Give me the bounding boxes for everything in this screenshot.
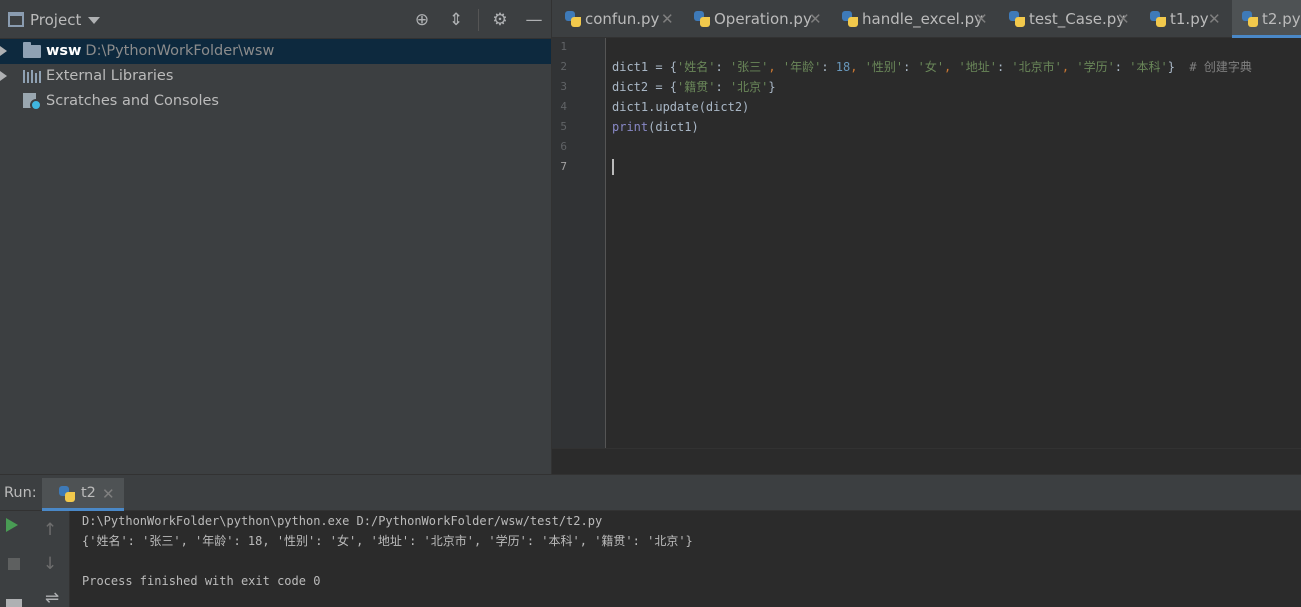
python-file-icon bbox=[565, 11, 581, 27]
python-file-icon bbox=[1242, 11, 1258, 27]
stop-icon[interactable] bbox=[8, 558, 20, 570]
line-number: 6 bbox=[560, 140, 567, 153]
code-line: dict1.update(dict2) bbox=[612, 100, 750, 114]
tab-handle-excel[interactable]: handle_excel.py ✕ bbox=[842, 0, 1002, 38]
run-tab-label: t2 bbox=[81, 485, 96, 501]
python-file-icon bbox=[842, 11, 858, 27]
folder-icon bbox=[23, 42, 41, 58]
minimize-icon[interactable]: — bbox=[523, 9, 545, 31]
project-header: Project ⊕ ⇕ ⚙ — bbox=[0, 0, 551, 39]
code-line: dict2 = {'籍贯': '北京'} bbox=[612, 80, 776, 94]
tab-t2[interactable]: t2.py bbox=[1232, 0, 1301, 38]
python-file-icon bbox=[1009, 11, 1025, 27]
tab-t1[interactable]: t1.py ✕ bbox=[1150, 0, 1230, 38]
chevron-down-icon[interactable] bbox=[88, 17, 100, 24]
line-number: 4 bbox=[560, 100, 567, 113]
run-panel: Run: t2 ✕ ↑ ↓ ⇌ D:\PythonWorkFolder\pyth… bbox=[0, 474, 1301, 607]
console-line: Process finished with exit code 0 bbox=[82, 574, 321, 588]
gear-icon[interactable]: ⚙ bbox=[489, 9, 511, 31]
project-view-selector[interactable]: Project bbox=[30, 11, 81, 29]
tab-operation[interactable]: Operation.py ✕ bbox=[694, 0, 836, 38]
console-line: D:\PythonWorkFolder\python\python.exe D:… bbox=[82, 514, 603, 528]
tree-item-label: wsw D:\PythonWorkFolder\wsw bbox=[46, 39, 274, 64]
close-icon[interactable]: ✕ bbox=[1117, 0, 1130, 38]
tree-item-scratches[interactable]: Scratches and Consoles bbox=[0, 89, 551, 114]
editor-tab-bar: confun.py ✕ Operation.py ✕ handle_excel.… bbox=[551, 0, 1301, 38]
console-output[interactable]: D:\PythonWorkFolder\python\python.exe D:… bbox=[82, 511, 1292, 607]
tree-item-external-libraries[interactable]: External Libraries bbox=[0, 64, 551, 89]
editor-breadcrumb-bar bbox=[552, 448, 1301, 474]
line-number-gutter: 1 2 3 4 5 6 7 bbox=[552, 38, 606, 448]
library-icon bbox=[23, 70, 41, 83]
run-header: Run: t2 ✕ bbox=[0, 475, 1301, 511]
line-number: 3 bbox=[560, 80, 567, 93]
tab-label: confun.py bbox=[585, 10, 660, 28]
line-number: 5 bbox=[560, 120, 567, 133]
scratches-icon bbox=[23, 93, 43, 111]
tree-item-wsw[interactable]: wsw D:\PythonWorkFolder\wsw bbox=[0, 39, 551, 64]
tab-confun[interactable]: confun.py ✕ bbox=[565, 0, 685, 38]
project-name: wsw bbox=[46, 43, 82, 59]
tab-label: Operation.py bbox=[714, 10, 812, 28]
collapse-all-icon[interactable]: ⇕ bbox=[445, 9, 467, 31]
arrow-down-icon[interactable]: ↓ bbox=[38, 552, 62, 576]
run-panel-title: Run: bbox=[4, 485, 37, 501]
close-icon[interactable]: ✕ bbox=[1208, 0, 1221, 38]
line-number-current: 7 bbox=[560, 160, 567, 173]
layout-icon[interactable] bbox=[6, 599, 22, 607]
console-line: {'姓名': '张三', '年龄': 18, '性别': '女', '地址': … bbox=[82, 534, 693, 548]
line-number: 1 bbox=[560, 40, 567, 53]
project-path: D:\PythonWorkFolder\wsw bbox=[85, 43, 275, 59]
code-editor[interactable]: 1 2 3 4 5 6 7 dict1 = {'姓名': '张三', '年龄':… bbox=[551, 38, 1301, 474]
toolbar-divider bbox=[478, 9, 479, 31]
tab-label: handle_excel.py bbox=[862, 10, 984, 28]
close-icon[interactable]: ✕ bbox=[975, 0, 988, 38]
tree-item-label: External Libraries bbox=[46, 68, 174, 84]
code-line: dict1 = {'姓名': '张三', '年龄': 18, '性别': '女'… bbox=[612, 60, 1252, 74]
run-tab-t2[interactable]: t2 ✕ bbox=[42, 478, 124, 511]
expand-arrow-icon[interactable] bbox=[0, 71, 7, 81]
code-line: print(dict1) bbox=[612, 120, 699, 134]
python-file-icon bbox=[1150, 11, 1166, 27]
project-window-icon bbox=[8, 12, 24, 27]
tree-item-label: Scratches and Consoles bbox=[46, 93, 219, 109]
expand-arrow-icon[interactable] bbox=[0, 46, 7, 56]
project-tree: wsw D:\PythonWorkFolder\wsw External Libr… bbox=[0, 39, 551, 114]
python-file-icon bbox=[694, 11, 710, 27]
tab-label: t2.py bbox=[1262, 10, 1301, 28]
line-number: 2 bbox=[560, 60, 567, 73]
rerun-icon[interactable] bbox=[6, 518, 18, 532]
soft-wrap-icon[interactable]: ⇌ bbox=[40, 586, 64, 607]
locate-file-icon[interactable]: ⊕ bbox=[411, 9, 433, 31]
tab-label: t1.py bbox=[1170, 10, 1209, 28]
project-panel: Project ⊕ ⇕ ⚙ — wsw D:\PythonWorkFolder\w… bbox=[0, 0, 551, 474]
tab-test-case[interactable]: test_Case.py ✕ bbox=[1009, 0, 1142, 38]
tab-label: test_Case.py bbox=[1029, 10, 1126, 28]
run-toolbar: ↑ ↓ ⇌ bbox=[0, 511, 70, 607]
close-icon[interactable]: ✕ bbox=[102, 485, 115, 503]
arrow-up-icon[interactable]: ↑ bbox=[38, 518, 62, 542]
close-icon[interactable]: ✕ bbox=[809, 0, 822, 38]
close-icon[interactable]: ✕ bbox=[661, 0, 674, 38]
text-cursor bbox=[612, 159, 614, 175]
python-file-icon bbox=[59, 486, 75, 502]
